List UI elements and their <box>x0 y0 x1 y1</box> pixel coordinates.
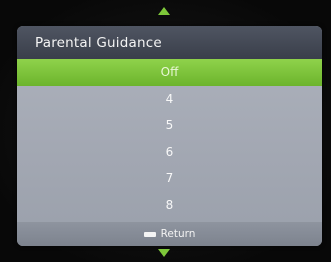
option-4[interactable]: 4 <box>17 86 322 113</box>
return-label[interactable]: Return <box>161 228 196 240</box>
dialog-header: Parental Guidance <box>17 26 322 59</box>
dialog-title: Parental Guidance <box>35 35 162 51</box>
option-off[interactable]: Off <box>17 59 322 86</box>
scroll-up-arrow-icon[interactable] <box>158 7 170 15</box>
rating-options-list: Off 4 5 6 7 8 <box>17 59 322 218</box>
option-7[interactable]: 7 <box>17 165 322 192</box>
white-key-icon <box>143 231 156 237</box>
parental-guidance-dialog: Parental Guidance Off 4 5 6 7 8 Return <box>17 26 322 246</box>
dialog-footer: Return <box>17 222 322 246</box>
option-6[interactable]: 6 <box>17 139 322 166</box>
option-8[interactable]: 8 <box>17 192 322 219</box>
scroll-down-arrow-icon[interactable] <box>158 249 170 257</box>
option-5[interactable]: 5 <box>17 112 322 139</box>
